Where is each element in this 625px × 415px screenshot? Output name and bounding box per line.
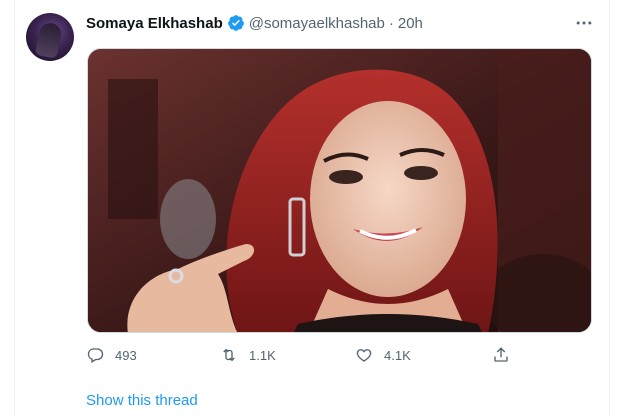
retweet-icon (223, 348, 235, 362)
tweet-photo[interactable] (87, 48, 592, 333)
separator: · (388, 14, 394, 32)
author-name[interactable]: Somaya Elkhashab (86, 15, 223, 32)
share-icon (494, 347, 508, 362)
like-icon (356, 349, 372, 362)
reply-count: 493 (115, 347, 137, 363)
show-thread-link[interactable]: Show this thread (86, 392, 198, 409)
avatar[interactable] (26, 13, 74, 61)
tweet-header: Somaya Elkhashab @somayaelkhashab · 20h (86, 13, 423, 33)
verified-badge-icon (227, 14, 245, 32)
photo-illustration (88, 49, 591, 332)
retweet-button[interactable]: 1.1K (220, 343, 276, 367)
author-handle[interactable]: @somayaelkhashab (249, 15, 385, 32)
like-button[interactable]: 4.1K (355, 343, 411, 367)
tweet-time[interactable]: 20h (398, 15, 423, 32)
more-icon[interactable] (574, 13, 594, 33)
reply-icon (87, 348, 104, 363)
reply-button[interactable]: 493 (86, 343, 137, 367)
share-button[interactable] (492, 343, 521, 367)
avatar-figure (34, 21, 64, 59)
tweet-actions: 493 1.1K 4.1K (86, 343, 516, 367)
retweet-count: 1.1K (249, 347, 276, 363)
like-count: 4.1K (384, 347, 411, 363)
